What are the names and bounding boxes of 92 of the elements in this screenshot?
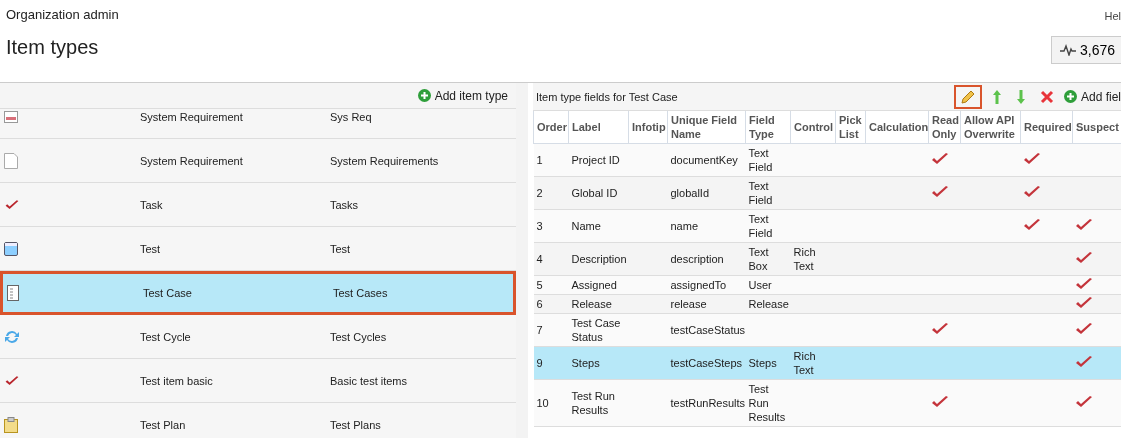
table-cell: Text Field [748,213,773,239]
table-cell: 3 [533,209,569,243]
table-cell: globalId [667,176,746,210]
column-header: Calculation [865,111,929,144]
item-type-plural: Sys Req [330,110,373,123]
page-icon [4,152,18,169]
plus-icon [1063,90,1077,103]
item-type-row[interactable]: Task Tasks [0,183,516,227]
item-type-name: Test item basic [140,374,214,387]
column-header: Unique Field Name [667,111,746,144]
pencil-icon [959,88,976,105]
down-arrow-icon [1015,88,1026,105]
item-type-row[interactable]: Test Cycle Test Cycles [0,315,516,359]
item-type-row[interactable]: Test Test [0,227,516,271]
table-cell: 9 [533,346,569,380]
column-header: Required [1020,111,1073,144]
document-icon [7,285,19,301]
item-type-name: System Requirement [140,154,244,167]
item-type-name: System Requirement [140,110,244,123]
column-header: Allow API Overwrite [960,111,1021,144]
breadcrumb[interactable]: Organization admin [6,7,119,22]
up-arrow-icon [991,88,1002,105]
close-icon [1039,89,1054,104]
column-header: Pick List [835,111,866,144]
item-type-row[interactable]: System Requirement Sys Req [0,109,516,139]
table-cell: documentKey [667,143,746,177]
clipboard-icon [4,416,18,433]
table-cell: Text Box [748,246,769,272]
item-type-name: Test Plan [140,418,187,431]
table-cell: testCaseStatus [667,313,746,347]
add-item-type-button[interactable]: Add item type [417,88,508,103]
column-header: Infotip [628,111,668,144]
table-cell: 10 [533,379,569,427]
table-cell: Steps [748,357,777,369]
column-header: Suspect [1072,111,1121,144]
item-type-name: Test [140,242,162,255]
table-cell: name [667,209,746,243]
table-cell: Global ID [568,176,629,210]
add-field-button[interactable]: Add fiel [1063,89,1121,104]
column-header: Field Type [745,111,791,144]
table-cell: Test Run Results [748,383,786,423]
column-header: Read Only [928,111,961,144]
window-icon [4,241,18,256]
item-type-row[interactable]: Test item basic Basic test items [0,359,516,403]
pulse-icon [1059,44,1076,56]
table-cell: description [667,242,746,276]
refresh-icon [4,328,20,345]
item-type-row[interactable]: Test Case Test Cases [0,271,516,315]
table-cell: Text Field [748,147,773,173]
item-type-plural: Tasks [330,198,360,211]
help-link[interactable]: Hel [1104,10,1121,22]
item-type-name: Test Case [143,287,193,299]
table-cell: 1 [533,143,569,177]
document-icon [4,110,18,123]
item-type-plural: Test Cases [333,287,389,299]
table-cell: testCaseSteps [667,346,746,380]
panel-title: Item type fields for Test Case [535,90,679,103]
table-cell: Rich Text [793,350,816,376]
item-type-name: Task [140,198,164,211]
checkmark-icon [4,373,20,388]
item-type-plural: System Requirements [330,154,440,167]
edit-button[interactable] [953,84,982,109]
item-type-plural: Test Cycles [330,330,388,343]
table-cell: Description [568,242,629,276]
table-cell: Release [748,298,789,310]
page-title: Item types [6,36,99,59]
table-cell: Text Field [748,180,773,206]
column-header: Control [790,111,836,144]
table-cell: testRunResults [667,379,746,427]
table-cell: Rich Text [793,246,816,272]
table-cell: 5 [533,275,569,295]
activity-button[interactable]: 3,676 [1050,36,1121,64]
table-cell: 4 [533,242,569,276]
table-cell: 7 [533,313,569,347]
table-cell: Test Run Results [568,379,629,427]
plus-icon [417,89,431,102]
item-type-row[interactable]: System Requirement System Requirements [0,139,516,183]
table-cell: Name [568,209,629,243]
item-type-name: Test Cycle [140,330,192,343]
item-type-row[interactable]: Test Plan Test Plans [0,403,516,438]
column-header: Order [533,111,569,144]
table-cell: Steps [568,346,629,380]
table-cell: 6 [533,294,569,314]
item-type-plural: Basic test items [330,374,409,387]
column-header: Label [568,111,629,144]
table-cell: Project ID [568,143,629,177]
table-cell: Test Case Status [568,313,629,347]
table-cell: User [748,279,772,291]
table-cell: 2 [533,176,569,210]
item-type-plural: Test [330,242,352,255]
checkmark-icon [4,197,20,212]
item-type-plural: Test Plans [330,418,382,431]
